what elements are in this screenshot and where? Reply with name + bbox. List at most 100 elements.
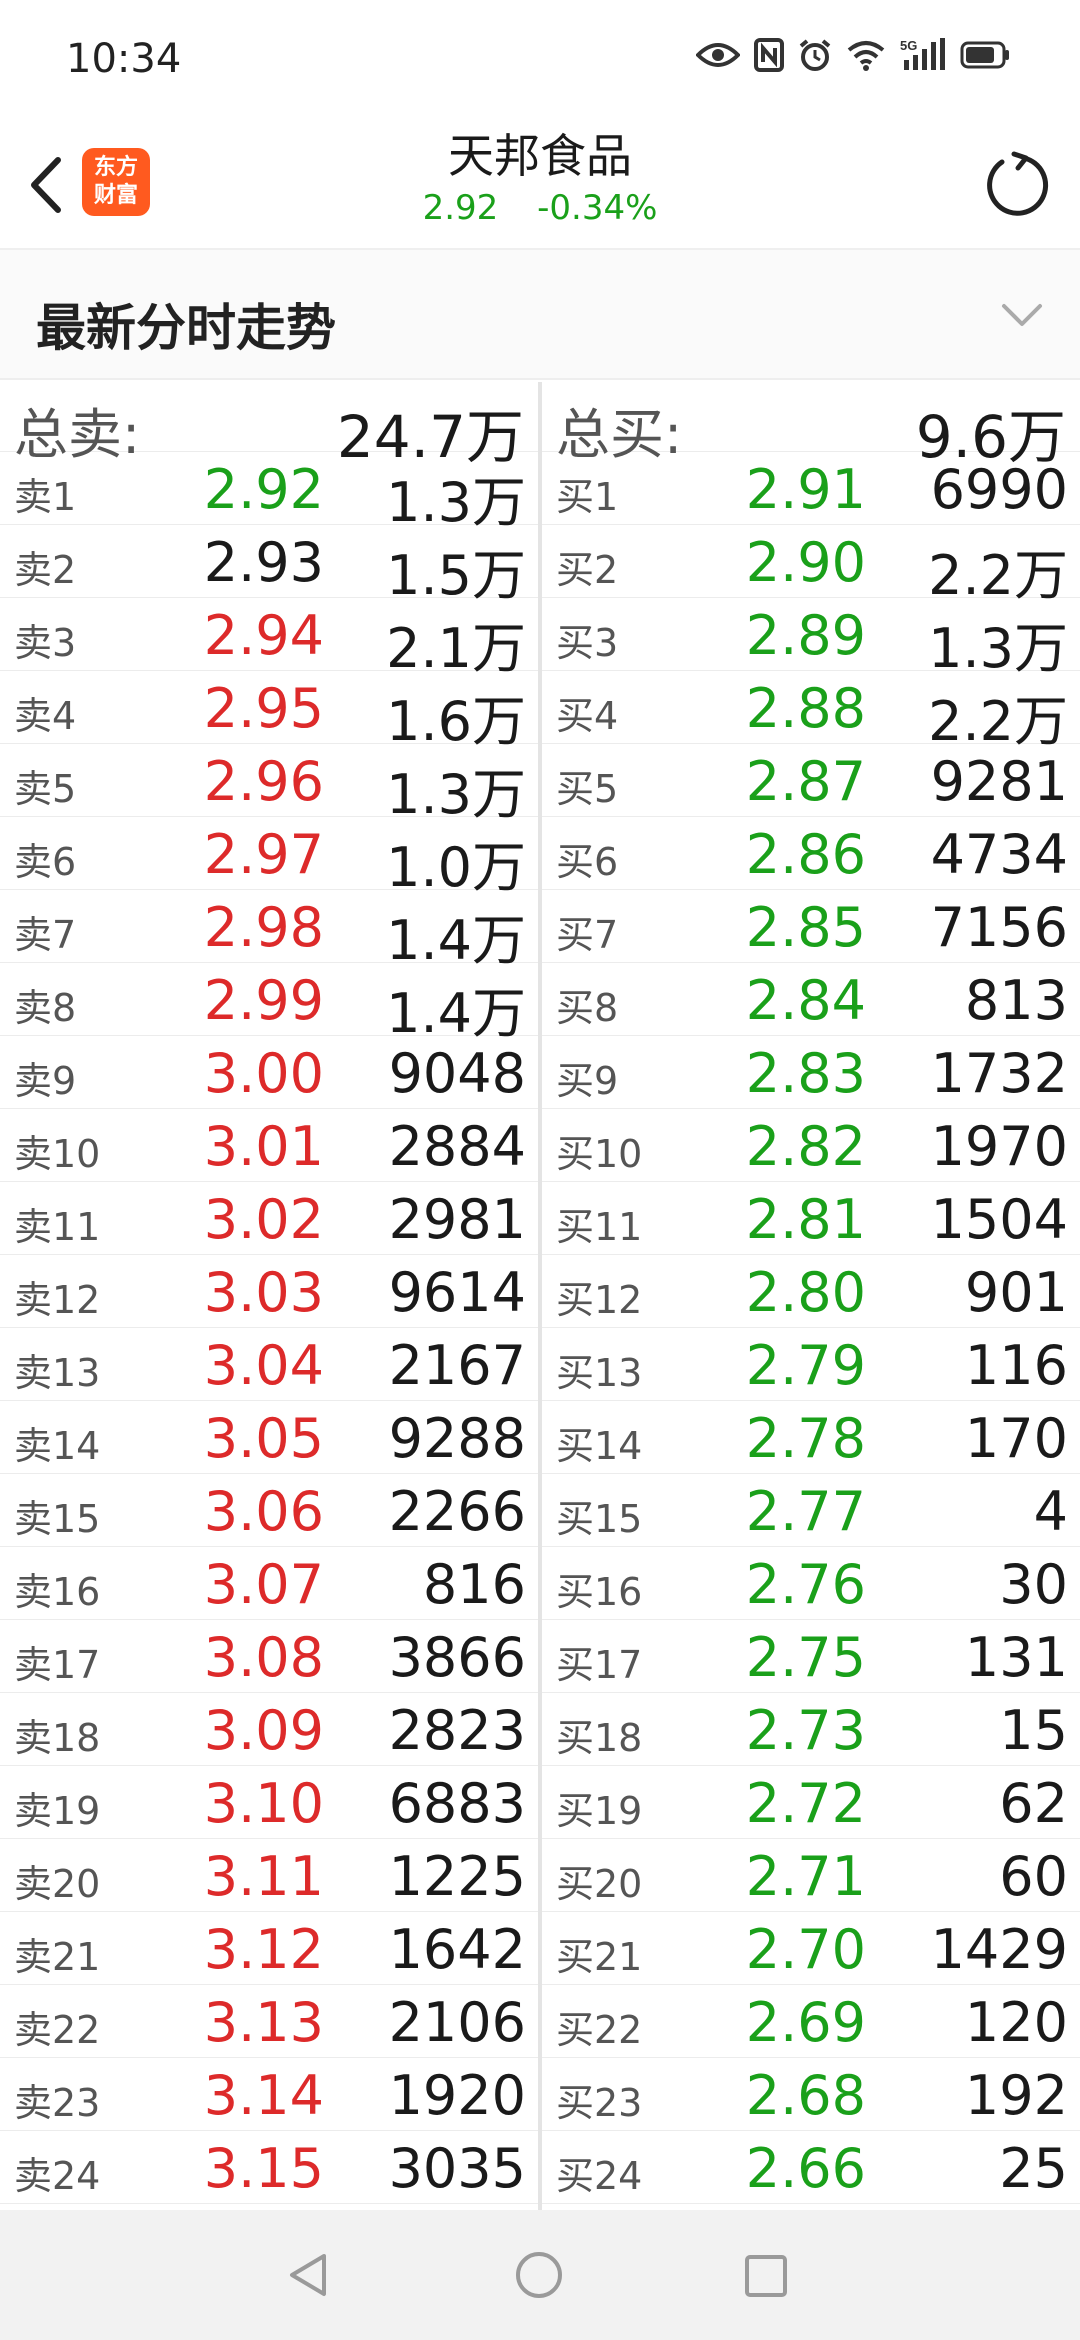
buy-order-row[interactable]: 买18 2.73 15: [542, 1693, 1080, 1766]
buy-order-row[interactable]: 买17 2.75 131: [542, 1620, 1080, 1693]
status-icons: 5G: [696, 38, 1010, 72]
sell-order-row[interactable]: 卖3 2.94 2.1万: [0, 598, 538, 680]
sell-level-label: 卖5: [14, 767, 77, 811]
sell-order-row[interactable]: 卖19 3.10 6883: [0, 1766, 538, 1839]
sell-level-label: 卖9: [14, 1059, 77, 1103]
sell-order-row[interactable]: 卖11 3.02 2981: [0, 1182, 538, 1255]
sell-order-row[interactable]: 卖22 3.13 2106: [0, 1985, 538, 2058]
nav-recent-icon[interactable]: [744, 2254, 788, 2298]
buy-level-label: 买2: [556, 548, 619, 592]
buy-price: 2.81: [745, 1188, 866, 1251]
sell-order-row[interactable]: 卖24 3.15 3035: [0, 2131, 538, 2204]
sell-level-label: 卖21: [14, 1935, 101, 1979]
buy-order-row[interactable]: 买4 2.88 2.2万: [542, 671, 1080, 753]
current-price: 2.92: [422, 188, 499, 228]
buy-level-label: 买19: [556, 1789, 643, 1833]
buy-order-row[interactable]: 买19 2.72 62: [542, 1766, 1080, 1839]
buy-quantity: 62: [999, 1772, 1068, 1835]
buy-quantity: 60: [999, 1845, 1068, 1908]
buy-price: 2.84: [745, 969, 866, 1032]
chevron-down-icon[interactable]: [1000, 300, 1044, 330]
sell-order-row[interactable]: 卖18 3.09 2823: [0, 1693, 538, 1766]
sell-order-row[interactable]: 卖16 3.07 816: [0, 1547, 538, 1620]
buy-order-row[interactable]: 买14 2.78 170: [542, 1401, 1080, 1474]
buy-order-row[interactable]: 买9 2.83 1732: [542, 1036, 1080, 1109]
buy-order-row[interactable]: 买1 2.91 6990: [542, 452, 1080, 525]
sell-order-row[interactable]: 卖6 2.97 1.0万: [0, 817, 538, 899]
sell-order-row[interactable]: 卖15 3.06 2266: [0, 1474, 538, 1547]
sell-price: 3.06: [203, 1480, 324, 1543]
sell-order-row[interactable]: 卖5 2.96 1.3万: [0, 744, 538, 826]
sell-quantity: 816: [422, 1553, 526, 1616]
nav-back-icon[interactable]: [284, 2250, 334, 2300]
sell-price: 2.92: [203, 458, 324, 521]
sell-order-row[interactable]: 卖14 3.05 9288: [0, 1401, 538, 1474]
buy-order-row[interactable]: 买22 2.69 120: [542, 1985, 1080, 2058]
buy-quantity: 9281: [930, 750, 1068, 813]
section-header[interactable]: 最新分时走势: [0, 250, 1080, 380]
sell-order-row[interactable]: 卖4 2.95 1.6万: [0, 671, 538, 753]
sell-price: 2.96: [203, 750, 324, 813]
buy-order-row[interactable]: 买12 2.80 901: [542, 1255, 1080, 1328]
sell-order-row[interactable]: 卖1 2.92 1.3万: [0, 452, 538, 534]
buy-price: 2.66: [745, 2137, 866, 2200]
sell-order-row[interactable]: 卖17 3.08 3866: [0, 1620, 538, 1693]
buy-quantity: 813: [964, 969, 1068, 1032]
buy-order-row[interactable]: 买23 2.68 192: [542, 2058, 1080, 2131]
buy-level-label: 买21: [556, 1935, 643, 1979]
buy-order-row[interactable]: 买16 2.76 30: [542, 1547, 1080, 1620]
buy-order-row[interactable]: 买20 2.71 60: [542, 1839, 1080, 1912]
buy-order-row[interactable]: 买24 2.66 25: [542, 2131, 1080, 2204]
buy-order-row[interactable]: 买15 2.77 4: [542, 1474, 1080, 1547]
refresh-button[interactable]: [980, 148, 1054, 222]
sell-price: 3.00: [203, 1042, 324, 1105]
buy-order-row[interactable]: 买11 2.81 1504: [542, 1182, 1080, 1255]
buy-level-label: 买12: [556, 1278, 643, 1322]
sell-price: 3.05: [203, 1407, 324, 1470]
buy-quantity: 30: [999, 1553, 1068, 1616]
buy-price: 2.72: [745, 1772, 866, 1835]
buy-order-row[interactable]: 买10 2.82 1970: [542, 1109, 1080, 1182]
sell-level-label: 卖6: [14, 840, 77, 884]
header: 东方 财富 天邦食品 2.92 -0.34%: [0, 120, 1080, 250]
buy-price: 2.69: [745, 1991, 866, 2054]
buy-quantity: 25: [999, 2137, 1068, 2200]
sell-order-row[interactable]: 卖10 3.01 2884: [0, 1109, 538, 1182]
section-divider: [0, 378, 1080, 380]
buy-order-row[interactable]: 买13 2.79 116: [542, 1328, 1080, 1401]
sell-price: 3.04: [203, 1334, 324, 1397]
sell-order-row[interactable]: 卖12 3.03 9614: [0, 1255, 538, 1328]
buy-order-row[interactable]: 买2 2.90 2.2万: [542, 525, 1080, 607]
buy-level-label: 买17: [556, 1643, 643, 1687]
sell-order-row[interactable]: 卖20 3.11 1225: [0, 1839, 538, 1912]
buy-order-row[interactable]: 买6 2.86 4734: [542, 817, 1080, 890]
sell-order-row[interactable]: 卖2 2.93 1.5万: [0, 525, 538, 607]
sell-total-row: 总卖: 24.7万: [0, 382, 538, 471]
buy-order-row[interactable]: 买21 2.70 1429: [542, 1912, 1080, 1985]
buy-order-row[interactable]: 买5 2.87 9281: [542, 744, 1080, 817]
sell-price: 3.10: [203, 1772, 324, 1835]
price-line: 2.92 -0.34%: [0, 188, 1080, 228]
sell-level-label: 卖22: [14, 2008, 101, 2052]
sell-price: 3.14: [203, 2064, 324, 2127]
buy-order-row[interactable]: 买3 2.89 1.3万: [542, 598, 1080, 680]
buy-quantity: 1970: [930, 1115, 1068, 1178]
buy-quantity: 4734: [930, 823, 1068, 886]
sell-order-row[interactable]: 卖7 2.98 1.4万: [0, 890, 538, 972]
nav-home-icon[interactable]: [514, 2250, 564, 2300]
buy-order-row[interactable]: 买8 2.84 813: [542, 963, 1080, 1036]
nfc-icon: [754, 38, 784, 72]
sell-price: 3.15: [203, 2137, 324, 2200]
sell-order-row[interactable]: 卖21 3.12 1642: [0, 1912, 538, 1985]
sell-order-row[interactable]: 卖13 3.04 2167: [0, 1328, 538, 1401]
sell-order-row[interactable]: 卖23 3.14 1920: [0, 2058, 538, 2131]
sell-price: 2.97: [203, 823, 324, 886]
buy-order-row[interactable]: 买7 2.85 7156: [542, 890, 1080, 963]
sell-order-row[interactable]: 卖9 3.00 9048: [0, 1036, 538, 1109]
sell-order-row[interactable]: 卖8 2.99 1.4万: [0, 963, 538, 1045]
buy-price: 2.77: [745, 1480, 866, 1543]
sell-price: 3.01: [203, 1115, 324, 1178]
alarm-icon: [798, 38, 832, 72]
sell-quantity: 1920: [388, 2064, 526, 2127]
sell-quantity: 9614: [388, 1261, 526, 1324]
